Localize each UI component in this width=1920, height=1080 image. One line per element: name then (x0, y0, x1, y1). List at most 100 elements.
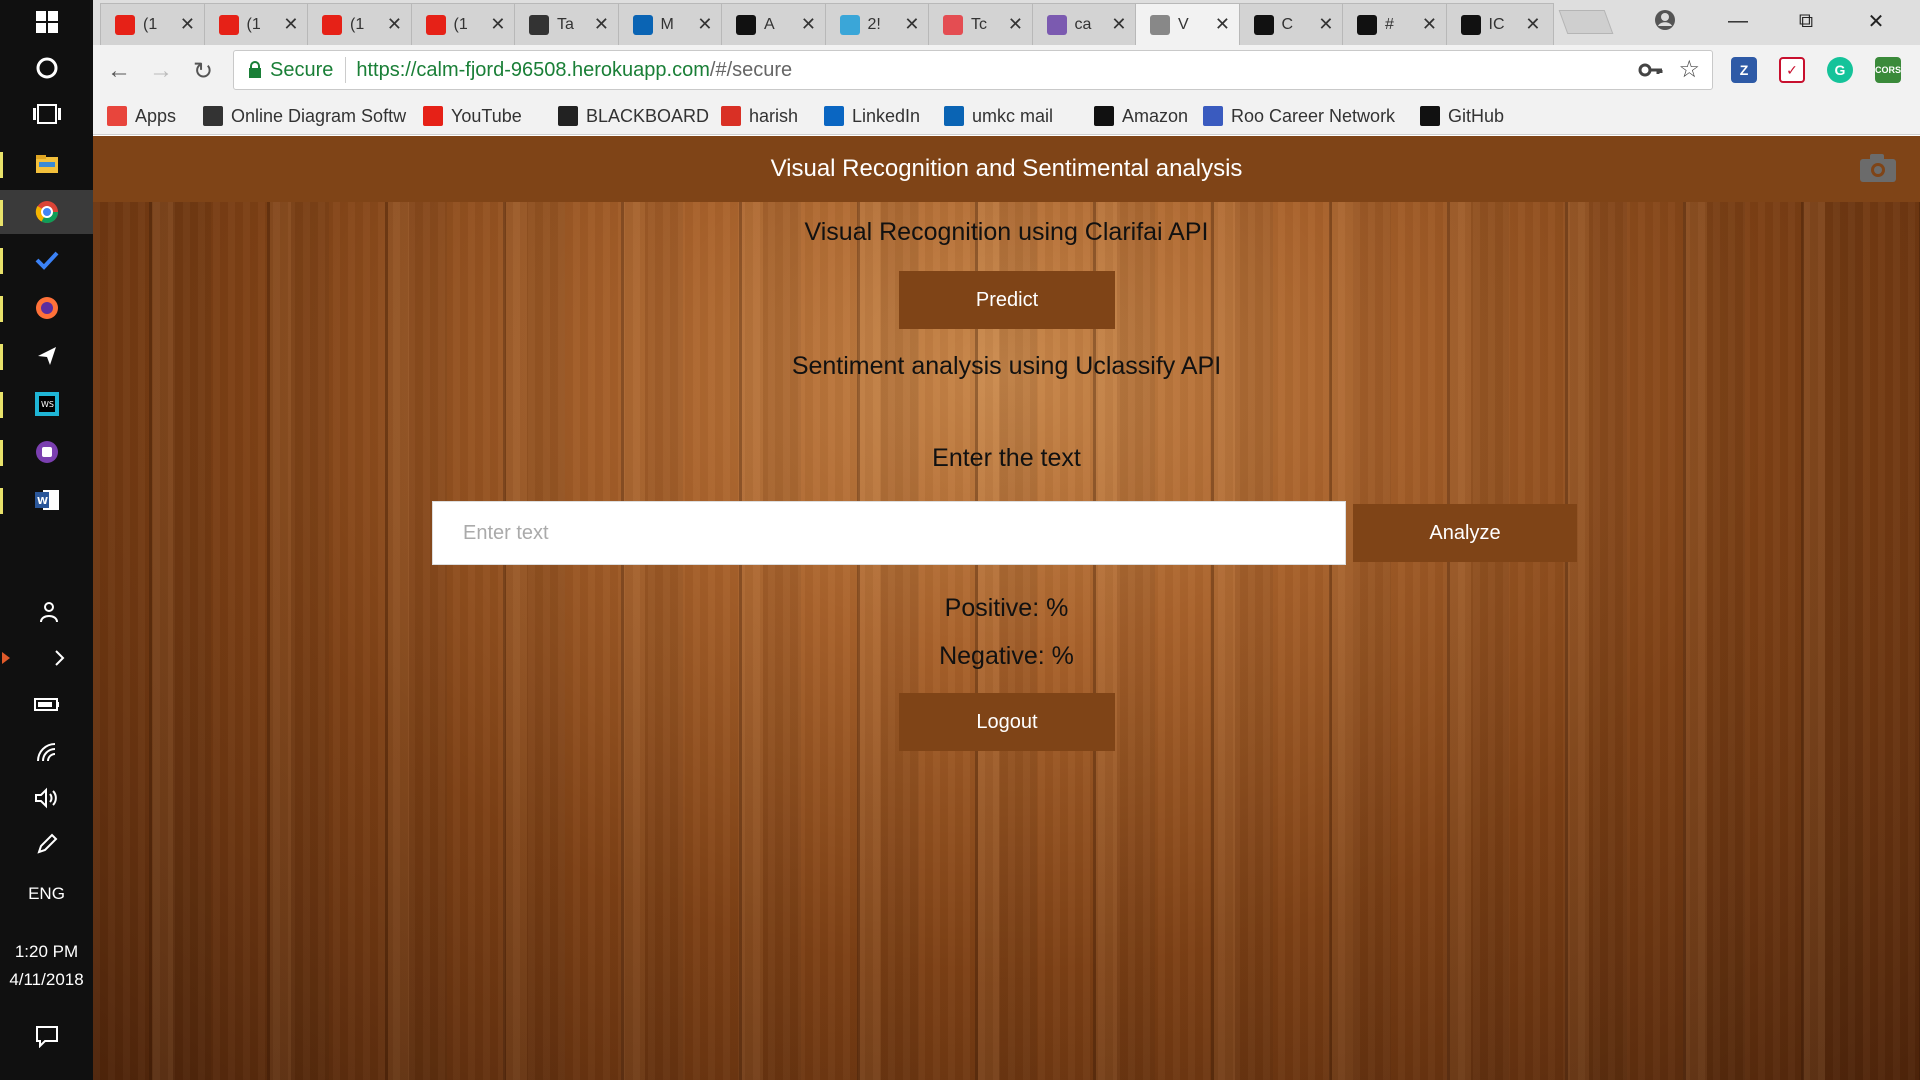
secure-indicator[interactable]: Secure (234, 57, 347, 83)
negative-result: Negative: % (939, 642, 1074, 670)
bookmark-item[interactable]: LinkedIn (824, 103, 920, 129)
youtube-icon (322, 14, 342, 35)
browser-tab[interactable]: # ✕ (1342, 3, 1450, 45)
task-view-icon[interactable] (0, 92, 93, 136)
browser-tab[interactable]: Tc ✕ (928, 3, 1036, 45)
back-button[interactable]: ← (103, 55, 135, 87)
bookmark-item[interactable]: GitHub (1420, 103, 1504, 129)
youtube-icon (423, 106, 443, 126)
key-icon[interactable] (1638, 59, 1664, 87)
minimize-button[interactable]: — (1704, 0, 1772, 42)
bookmark-item[interactable]: Online Diagram Softw (203, 103, 406, 129)
clock-date[interactable]: 4/11/2018 (0, 970, 93, 990)
new-tab-button[interactable] (1558, 10, 1614, 34)
close-tab-icon[interactable]: ✕ (1318, 14, 1333, 35)
bookmark-label: GitHub (1448, 105, 1505, 126)
bookmark-item[interactable]: Apps (107, 103, 176, 129)
bookmark-item[interactable]: Roo Career Network (1203, 103, 1395, 129)
tab-title: C (1281, 15, 1294, 33)
bookmark-item[interactable]: umkc mail (944, 103, 1053, 129)
battery-icon[interactable] (0, 682, 93, 726)
close-tab-icon[interactable]: ✕ (1422, 14, 1437, 35)
todo-icon[interactable] (0, 238, 93, 282)
tab-title: (1 (350, 15, 365, 33)
browser-tab[interactable]: C ✕ (1238, 3, 1347, 45)
browser-tab[interactable]: (1 ✕ (203, 3, 312, 45)
browser-tab[interactable]: M ✕ (617, 3, 726, 45)
address-bar[interactable]: Secure https://calm-fjord-96508.herokuap… (233, 50, 1713, 90)
bookmark-label: umkc mail (972, 105, 1054, 126)
close-tab-icon[interactable]: ✕ (1111, 14, 1126, 35)
browser-tab[interactable]: (1 ✕ (410, 3, 519, 45)
sentiment-text-input[interactable] (432, 501, 1346, 565)
bookmark-item[interactable]: BLACKBOARD (558, 103, 709, 129)
people-icon[interactable] (0, 590, 93, 634)
close-tab-icon[interactable]: ✕ (697, 14, 712, 35)
restore-button[interactable]: ⧉ (1772, 0, 1840, 42)
close-tab-icon[interactable]: ✕ (1008, 14, 1023, 35)
clock-time[interactable]: 1:20 PM (0, 942, 93, 962)
close-tab-icon[interactable]: ✕ (1215, 14, 1230, 35)
analyze-button[interactable]: Analyze (1353, 504, 1577, 562)
close-tab-icon[interactable]: ✕ (1525, 14, 1540, 35)
file-explorer-icon[interactable] (0, 142, 93, 186)
linkedin-icon (824, 106, 844, 126)
github-icon (1357, 14, 1377, 35)
action-center-icon[interactable] (0, 1014, 93, 1058)
wifi-icon[interactable] (0, 730, 93, 774)
browser-tab[interactable]: ca ✕ (1031, 3, 1140, 45)
bookmark-label: Apps (135, 105, 177, 126)
language-indicator[interactable]: ENG (0, 884, 93, 904)
grammarly-extension-icon[interactable]: G (1827, 57, 1853, 83)
close-tab-icon[interactable]: ✕ (490, 14, 505, 35)
webstorm-icon[interactable]: WS (0, 382, 93, 426)
bookmark-item[interactable]: harish (721, 103, 798, 129)
close-window-button[interactable]: ✕ (1842, 0, 1910, 42)
browser-tab[interactable]: A ✕ (721, 3, 829, 45)
reload-button[interactable]: ↻ (187, 55, 219, 87)
amazon-icon (736, 14, 756, 35)
positive-result: Positive: % (944, 594, 1069, 622)
bookmark-item[interactable]: YouTube (423, 103, 522, 129)
browser-tab[interactable]: (1 ✕ (100, 3, 208, 45)
cors-extension-icon[interactable]: CORS (1875, 57, 1901, 83)
cortana-icon[interactable] (0, 46, 93, 90)
predict-button[interactable]: Predict (899, 271, 1115, 329)
bookmark-star-icon[interactable]: ☆ (1678, 55, 1700, 84)
profile-icon[interactable] (1653, 8, 1677, 37)
page-icon (1150, 14, 1170, 35)
show-hidden-icons-chevron[interactable] (0, 636, 93, 680)
chrome-icon[interactable] (0, 190, 93, 234)
pen-icon[interactable] (0, 822, 93, 866)
tab-title: (1 (246, 15, 261, 33)
close-tab-icon[interactable]: ✕ (594, 14, 609, 35)
app-icon[interactable] (0, 430, 93, 474)
url-text[interactable]: https://calm-fjord-96508.herokuapp.com/#… (346, 59, 792, 82)
svg-text:WS: WS (41, 400, 54, 409)
enter-text-label: Enter the text (932, 444, 1081, 472)
browser-tab[interactable]: IC ✕ (1445, 3, 1554, 45)
browser-tab[interactable]: 2! ✕ (824, 3, 933, 45)
browser-tab[interactable]: Ta ✕ (514, 3, 622, 45)
word-icon[interactable]: W (0, 478, 93, 522)
close-tab-icon[interactable]: ✕ (904, 14, 919, 35)
tab-title: # (1385, 15, 1394, 33)
close-tab-icon[interactable]: ✕ (180, 14, 195, 35)
browser-tab[interactable]: V ✕ (1135, 3, 1243, 45)
close-tab-icon[interactable]: ✕ (801, 14, 816, 35)
volume-icon[interactable] (0, 776, 93, 820)
gmail-icon (721, 106, 741, 126)
forward-button[interactable]: → (145, 55, 177, 87)
youtube-icon (218, 14, 239, 35)
windows-start-icon[interactable] (0, 0, 93, 44)
camera-icon[interactable] (1858, 152, 1898, 184)
close-tab-icon[interactable]: ✕ (387, 14, 402, 35)
z-extension-icon[interactable]: Z (1731, 57, 1757, 83)
browser-tab[interactable]: (1 ✕ (307, 3, 415, 45)
send-icon[interactable] (0, 334, 93, 378)
logout-button[interactable]: Logout (899, 693, 1115, 751)
firefox-icon[interactable] (0, 286, 93, 330)
close-tab-icon[interactable]: ✕ (283, 14, 298, 35)
pocket-extension-icon[interactable]: ✓ (1779, 57, 1805, 83)
bookmark-item[interactable]: Amazon (1094, 103, 1188, 129)
